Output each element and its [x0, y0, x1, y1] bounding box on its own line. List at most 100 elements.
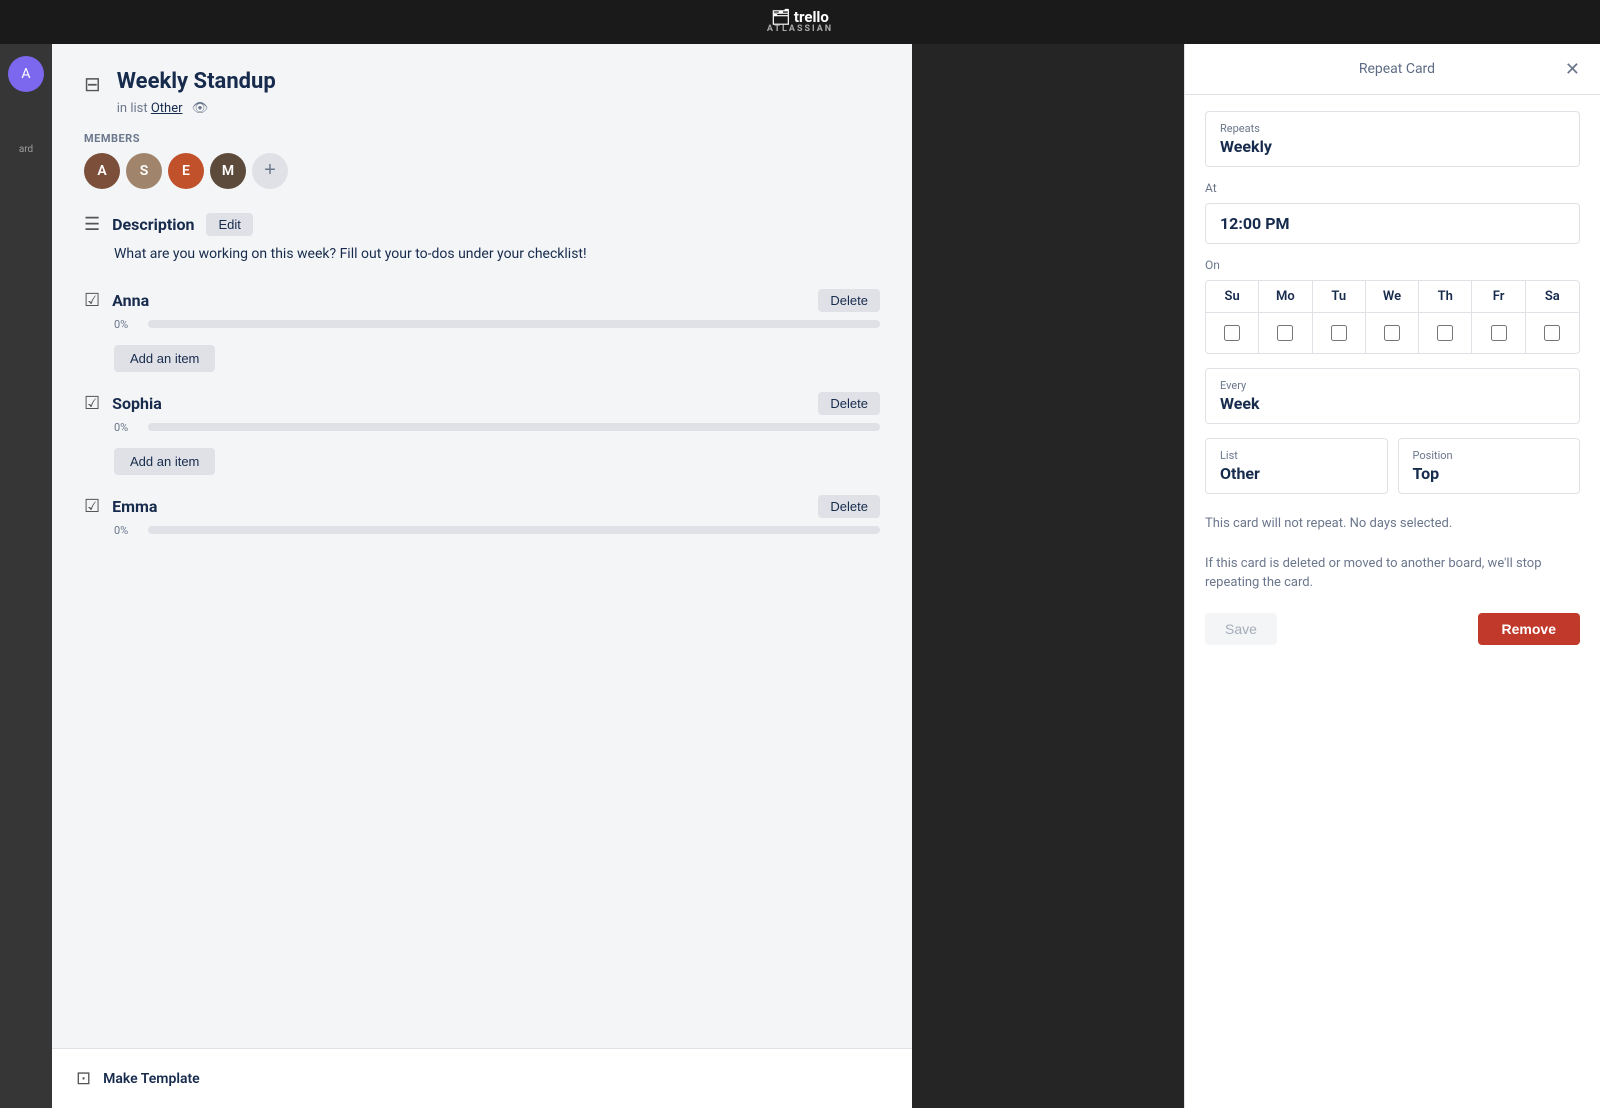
progress-pct-emma: 0%: [114, 524, 138, 537]
members-section: MEMBERS A S E M +: [84, 132, 880, 189]
day-header-su: Su: [1206, 281, 1259, 312]
description-edit-button[interactable]: Edit: [206, 213, 252, 236]
day-cell-tu: [1313, 313, 1366, 353]
day-header-sa: Sa: [1526, 281, 1579, 312]
save-button[interactable]: Save: [1205, 613, 1277, 645]
repeat-panel-body: Repeats Weekly At 12:00 PM On Su Mo Tu W…: [1185, 95, 1600, 661]
add-item-sophia[interactable]: Add an item: [114, 448, 215, 475]
checklist-anna-header: ☑ Anna Delete: [84, 289, 880, 312]
members-row: A S E M +: [84, 153, 880, 189]
every-field[interactable]: Every Week: [1205, 368, 1580, 424]
card-header-info: Weekly Standup in list Other 👁: [117, 68, 276, 116]
delete-checklist-emma[interactable]: Delete: [818, 495, 880, 518]
list-position-row: List Other Position Top: [1205, 438, 1580, 494]
position-label: Position: [1413, 449, 1566, 462]
description-text: What are you working on this week? Fill …: [114, 244, 880, 265]
delete-checklist-anna[interactable]: Delete: [818, 289, 880, 312]
list-value: Other: [1220, 464, 1373, 483]
remove-button[interactable]: Remove: [1478, 613, 1580, 645]
member-avatar-1[interactable]: A: [84, 153, 120, 189]
checkbox-th[interactable]: [1437, 325, 1453, 341]
sidebar-avatar: A: [8, 56, 44, 92]
card-header: ⊟ Weekly Standup in list Other 👁: [84, 68, 880, 116]
day-cell-fr: [1472, 313, 1525, 353]
checklist-sophia-header: ☑ Sophia Delete: [84, 392, 880, 415]
checklist-icon-anna: ☑: [84, 290, 100, 311]
member-avatar-3[interactable]: E: [168, 153, 204, 189]
repeat-panel-close[interactable]: ✕: [1565, 60, 1580, 78]
checklist-icon-emma: ☑: [84, 496, 100, 517]
days-header-row: Su Mo Tu We Th Fr Sa: [1206, 281, 1579, 313]
checklist-emma: ☑ Emma Delete 0%: [84, 495, 880, 537]
repeats-value: Weekly: [1220, 137, 1565, 156]
day-cell-th: [1419, 313, 1472, 353]
make-template-bar[interactable]: ⊡ Make Template: [52, 1048, 912, 1108]
repeat-panel-header: Repeat Card ✕: [1185, 44, 1600, 95]
checklist-icon-sophia: ☑: [84, 393, 100, 414]
every-label: Every: [1220, 379, 1565, 392]
progress-pct-anna: 0%: [114, 318, 138, 331]
repeats-field[interactable]: Repeats Weekly: [1205, 111, 1580, 167]
day-cell-su: [1206, 313, 1259, 353]
on-label: On: [1205, 258, 1580, 272]
repeat-info: This card will not repeat. No days selec…: [1205, 514, 1580, 593]
repeat-panel-title: Repeat Card: [1229, 61, 1565, 77]
position-field[interactable]: Position Top: [1398, 438, 1581, 494]
progress-bar-bg-emma: [148, 526, 880, 534]
checklist-name-emma: Emma: [112, 497, 157, 516]
top-bar: 🗂 trello ATLASSIAN: [0, 0, 1600, 44]
sidebar-board-label: ard: [0, 144, 52, 155]
member-avatar-2[interactable]: S: [126, 153, 162, 189]
day-header-tu: Tu: [1313, 281, 1366, 312]
time-value: 12:00 PM: [1220, 214, 1565, 233]
every-value: Week: [1220, 394, 1565, 413]
day-header-we: We: [1366, 281, 1419, 312]
checklist-name-anna: Anna: [112, 291, 149, 310]
trello-logo: 🗂 trello ATLASSIAN: [767, 9, 833, 35]
member-avatar-4[interactable]: M: [210, 153, 246, 189]
make-template-label: Make Template: [103, 1071, 200, 1087]
progress-emma: 0%: [114, 524, 880, 537]
checkbox-tu[interactable]: [1331, 325, 1347, 341]
checkbox-sa[interactable]: [1544, 325, 1560, 341]
delete-checklist-sophia[interactable]: Delete: [818, 392, 880, 415]
repeats-label: Repeats: [1220, 122, 1565, 135]
day-cell-we: [1366, 313, 1419, 353]
list-label: List: [1220, 449, 1373, 462]
days-checkbox-row: [1206, 313, 1579, 353]
template-icon: ⊡: [76, 1068, 91, 1089]
checklist-anna: ☑ Anna Delete 0% Add an item: [84, 289, 880, 372]
add-item-anna[interactable]: Add an item: [114, 345, 215, 372]
day-cell-mo: [1259, 313, 1312, 353]
card-modal: ⊟ Weekly Standup in list Other 👁 MEMBERS…: [52, 44, 912, 1108]
card-list-info: in list Other 👁: [117, 101, 276, 116]
repeat-info-line1: This card will not repeat. No days selec…: [1205, 514, 1580, 534]
day-header-fr: Fr: [1472, 281, 1525, 312]
days-grid: Su Mo Tu We Th Fr Sa: [1205, 280, 1580, 354]
checkbox-fr[interactable]: [1491, 325, 1507, 341]
repeat-buttons: Save Remove: [1205, 613, 1580, 645]
progress-bar-bg-anna: [148, 320, 880, 328]
watch-icon[interactable]: 👁: [192, 101, 209, 116]
card-list-link[interactable]: Other: [151, 101, 183, 116]
description-title: Description: [112, 215, 194, 234]
checkbox-su[interactable]: [1224, 325, 1240, 341]
card-type-icon: ⊟: [84, 72, 101, 96]
list-field[interactable]: List Other: [1205, 438, 1388, 494]
at-label: At: [1205, 181, 1580, 195]
progress-sophia: 0%: [114, 421, 880, 434]
checkbox-mo[interactable]: [1277, 325, 1293, 341]
card-title: Weekly Standup: [117, 68, 276, 97]
checklist-sophia: ☑ Sophia Delete 0% Add an item: [84, 392, 880, 475]
progress-anna: 0%: [114, 318, 880, 331]
add-member-button[interactable]: +: [252, 153, 288, 189]
checkbox-we[interactable]: [1384, 325, 1400, 341]
sidebar: A ard: [0, 44, 52, 1108]
position-value: Top: [1413, 464, 1566, 483]
checklist-emma-header: ☑ Emma Delete: [84, 495, 880, 518]
members-label: MEMBERS: [84, 132, 880, 145]
repeat-card-panel: Repeat Card ✕ Repeats Weekly At 12:00 PM…: [1184, 44, 1600, 1108]
repeat-info-line2: If this card is deleted or moved to anot…: [1205, 554, 1580, 593]
time-field[interactable]: 12:00 PM: [1205, 203, 1580, 244]
description-icon: ☰: [84, 214, 100, 235]
